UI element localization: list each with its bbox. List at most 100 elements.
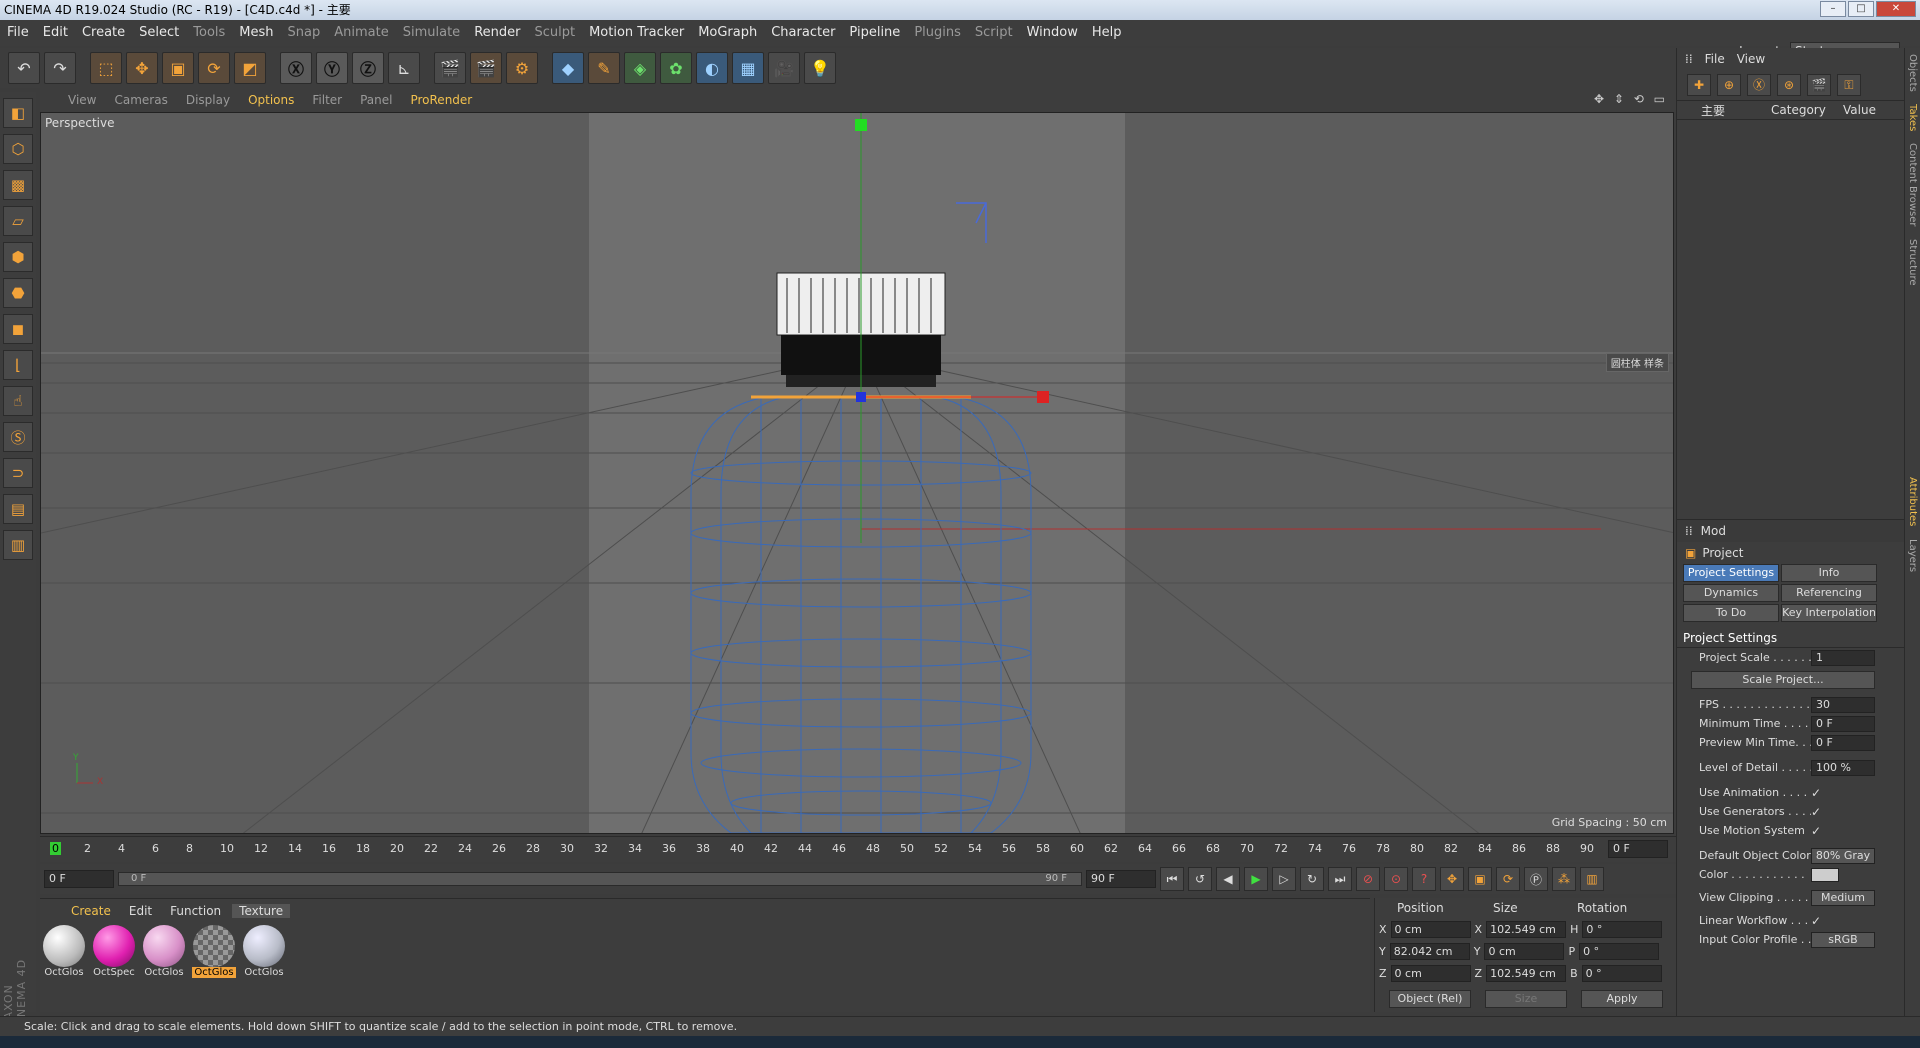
menu-select[interactable]: Select bbox=[132, 20, 186, 46]
viewport-menu-filter[interactable]: Filter bbox=[304, 93, 350, 107]
name-column-header[interactable]: 主要 bbox=[1677, 102, 1767, 119]
rotation-p-field[interactable]: 0 ° bbox=[1579, 942, 1660, 960]
texture-mode-icon[interactable]: ▩ bbox=[3, 170, 33, 200]
subdivision-icon[interactable]: ◈ bbox=[624, 52, 656, 84]
tab-dynamics[interactable]: Dynamics bbox=[1683, 584, 1779, 602]
render-take-icon[interactable]: 🎬 bbox=[1807, 74, 1831, 96]
scale-project-button[interactable]: Scale Project... bbox=[1691, 671, 1875, 689]
playhead[interactable]: 0 bbox=[50, 842, 61, 855]
go-to-end-icon[interactable]: ⏭ bbox=[1328, 867, 1352, 891]
size-z-field[interactable]: 102.549 cm bbox=[1486, 964, 1567, 982]
material-item[interactable]: OctGlos bbox=[242, 925, 286, 978]
coordinate-mode-dropdown[interactable]: Object (Rel) bbox=[1389, 990, 1471, 1008]
tab-key-interpolation[interactable]: Key Interpolation bbox=[1781, 604, 1877, 622]
current-frame-field[interactable]: 0 F bbox=[1608, 840, 1668, 858]
material-menu-function[interactable]: Function bbox=[163, 904, 228, 918]
menu-simulate[interactable]: Simulate bbox=[396, 20, 467, 46]
side-tab-objects[interactable]: Objects bbox=[1905, 48, 1918, 98]
object-menu-view[interactable]: View bbox=[1737, 52, 1765, 66]
tab-to-do[interactable]: To Do bbox=[1683, 604, 1779, 622]
polygons-mode-icon[interactable]: ◼ bbox=[3, 314, 33, 344]
menu-snap[interactable]: Snap bbox=[281, 20, 328, 46]
points-mode-icon[interactable]: ⬢ bbox=[3, 242, 33, 272]
previous-key-icon[interactable]: ↺ bbox=[1188, 867, 1212, 891]
use-animation-checkbox[interactable]: ✓ bbox=[1811, 786, 1825, 800]
record-icon[interactable]: ⊘ bbox=[1356, 867, 1380, 891]
planar-workplane-icon[interactable]: ▥ bbox=[3, 530, 33, 560]
render-view-icon[interactable]: 🎬 bbox=[434, 52, 466, 84]
menu-file[interactable]: File bbox=[0, 20, 36, 46]
viewport-nav-icons[interactable]: ✥ ⇕ ⟲ ▭ bbox=[1594, 92, 1668, 106]
maximize-button[interactable]: □ bbox=[1848, 1, 1874, 17]
viewport-menu-options[interactable]: Options bbox=[240, 93, 302, 107]
menu-mesh[interactable]: Mesh bbox=[232, 20, 280, 46]
override-icon[interactable]: Ⓧ bbox=[1747, 74, 1771, 96]
minimize-button[interactable]: – bbox=[1820, 1, 1846, 17]
go-to-start-icon[interactable]: ⏮ bbox=[1160, 867, 1184, 891]
spline-pen-icon[interactable]: ✎ bbox=[588, 52, 620, 84]
deformer-icon[interactable]: ◐ bbox=[696, 52, 728, 84]
menu-pipeline[interactable]: Pipeline bbox=[842, 20, 907, 46]
material-item[interactable]: OctGlos bbox=[192, 925, 236, 978]
render-picture-viewer-icon[interactable]: 🎬 bbox=[470, 52, 502, 84]
key-pla-icon[interactable]: ⁂ bbox=[1552, 867, 1576, 891]
material-menu-edit[interactable]: Edit bbox=[122, 904, 159, 918]
material-preview[interactable] bbox=[43, 925, 85, 967]
tab-project-settings[interactable]: Project Settings bbox=[1683, 564, 1779, 582]
tab-info[interactable]: Info bbox=[1781, 564, 1877, 582]
coordinate-system-icon[interactable]: ⊾ bbox=[388, 52, 420, 84]
default-object-color-dropdown[interactable]: 80% Gray bbox=[1811, 847, 1875, 864]
side-tab-structure[interactable]: Structure bbox=[1905, 233, 1918, 292]
magnet-icon[interactable]: ⊃ bbox=[3, 458, 33, 488]
side-tab-layers[interactable]: Layers bbox=[1905, 533, 1918, 578]
override-group-icon[interactable]: ⊛ bbox=[1777, 74, 1801, 96]
material-preview[interactable] bbox=[143, 925, 185, 967]
live-selection-icon[interactable]: ⬚ bbox=[90, 52, 122, 84]
x-axis-icon[interactable]: Ⓧ bbox=[280, 52, 312, 84]
key-scale-icon[interactable]: ▣ bbox=[1468, 867, 1492, 891]
snap-icon[interactable]: Ⓢ bbox=[3, 422, 33, 452]
object-tree[interactable] bbox=[1677, 120, 1904, 520]
size-y-field[interactable]: 0 cm bbox=[1484, 942, 1565, 960]
play-icon[interactable]: ▶ bbox=[1244, 867, 1268, 891]
tweak-icon[interactable]: ☝ bbox=[3, 386, 33, 416]
position-z-field[interactable]: 0 cm bbox=[1390, 964, 1471, 982]
menu-motion-tracker[interactable]: Motion Tracker bbox=[582, 20, 691, 46]
undo-icon[interactable]: ↶ bbox=[8, 52, 40, 84]
preview-min-time-field[interactable]: 0 F bbox=[1811, 734, 1875, 751]
timeline-ruler[interactable]: 0 2 4 6 8 10 12 14 16 18 20 22 24 26 28 … bbox=[40, 836, 1676, 862]
edges-mode-icon[interactable]: ⬣ bbox=[3, 278, 33, 308]
autokey-icon[interactable]: ⊙ bbox=[1384, 867, 1408, 891]
key-parameter-icon[interactable]: Ⓟ bbox=[1524, 867, 1548, 891]
end-frame-field[interactable]: 90 F bbox=[1086, 870, 1156, 888]
next-key-icon[interactable]: ↻ bbox=[1300, 867, 1324, 891]
size-x-field[interactable]: 102.549 cm bbox=[1486, 920, 1567, 938]
mode-menu[interactable]: Mod bbox=[1701, 524, 1726, 538]
close-button[interactable]: ✕ bbox=[1876, 1, 1916, 17]
input-color-profile-dropdown[interactable]: sRGB bbox=[1811, 931, 1875, 948]
size-mode-dropdown[interactable]: Size bbox=[1485, 990, 1567, 1008]
menu-character[interactable]: Character bbox=[764, 20, 842, 46]
next-frame-icon[interactable]: ▷ bbox=[1272, 867, 1296, 891]
project-scale-field[interactable]: 1 bbox=[1811, 649, 1875, 666]
side-tab-takes[interactable]: Takes bbox=[1905, 98, 1918, 137]
menu-help[interactable]: Help bbox=[1085, 20, 1129, 46]
position-y-field[interactable]: 82.042 cm bbox=[1389, 942, 1470, 960]
lock-icon[interactable]: ⚿ bbox=[1837, 74, 1861, 96]
viewport-menu-panel[interactable]: Panel bbox=[352, 93, 400, 107]
recent-tool-icon[interactable]: ◩ bbox=[234, 52, 266, 84]
menu-sculpt[interactable]: Sculpt bbox=[527, 20, 582, 46]
menu-animate[interactable]: Animate bbox=[327, 20, 395, 46]
viewport-menu-view[interactable]: View bbox=[60, 93, 104, 107]
key-position-icon[interactable]: ✥ bbox=[1440, 867, 1464, 891]
use-motion-system-checkbox[interactable]: ✓ bbox=[1811, 824, 1825, 838]
viewport-menu-display[interactable]: Display bbox=[178, 93, 238, 107]
menu-window[interactable]: Window bbox=[1020, 20, 1085, 46]
material-preview[interactable] bbox=[193, 925, 235, 967]
auto-take-icon[interactable]: ⊕ bbox=[1717, 74, 1741, 96]
workplane-icon[interactable]: ▱ bbox=[3, 206, 33, 236]
lock-workplane-icon[interactable]: ▤ bbox=[3, 494, 33, 524]
material-item[interactable]: OctSpec bbox=[92, 925, 136, 978]
menu-script[interactable]: Script bbox=[968, 20, 1020, 46]
previous-frame-icon[interactable]: ◀ bbox=[1216, 867, 1240, 891]
